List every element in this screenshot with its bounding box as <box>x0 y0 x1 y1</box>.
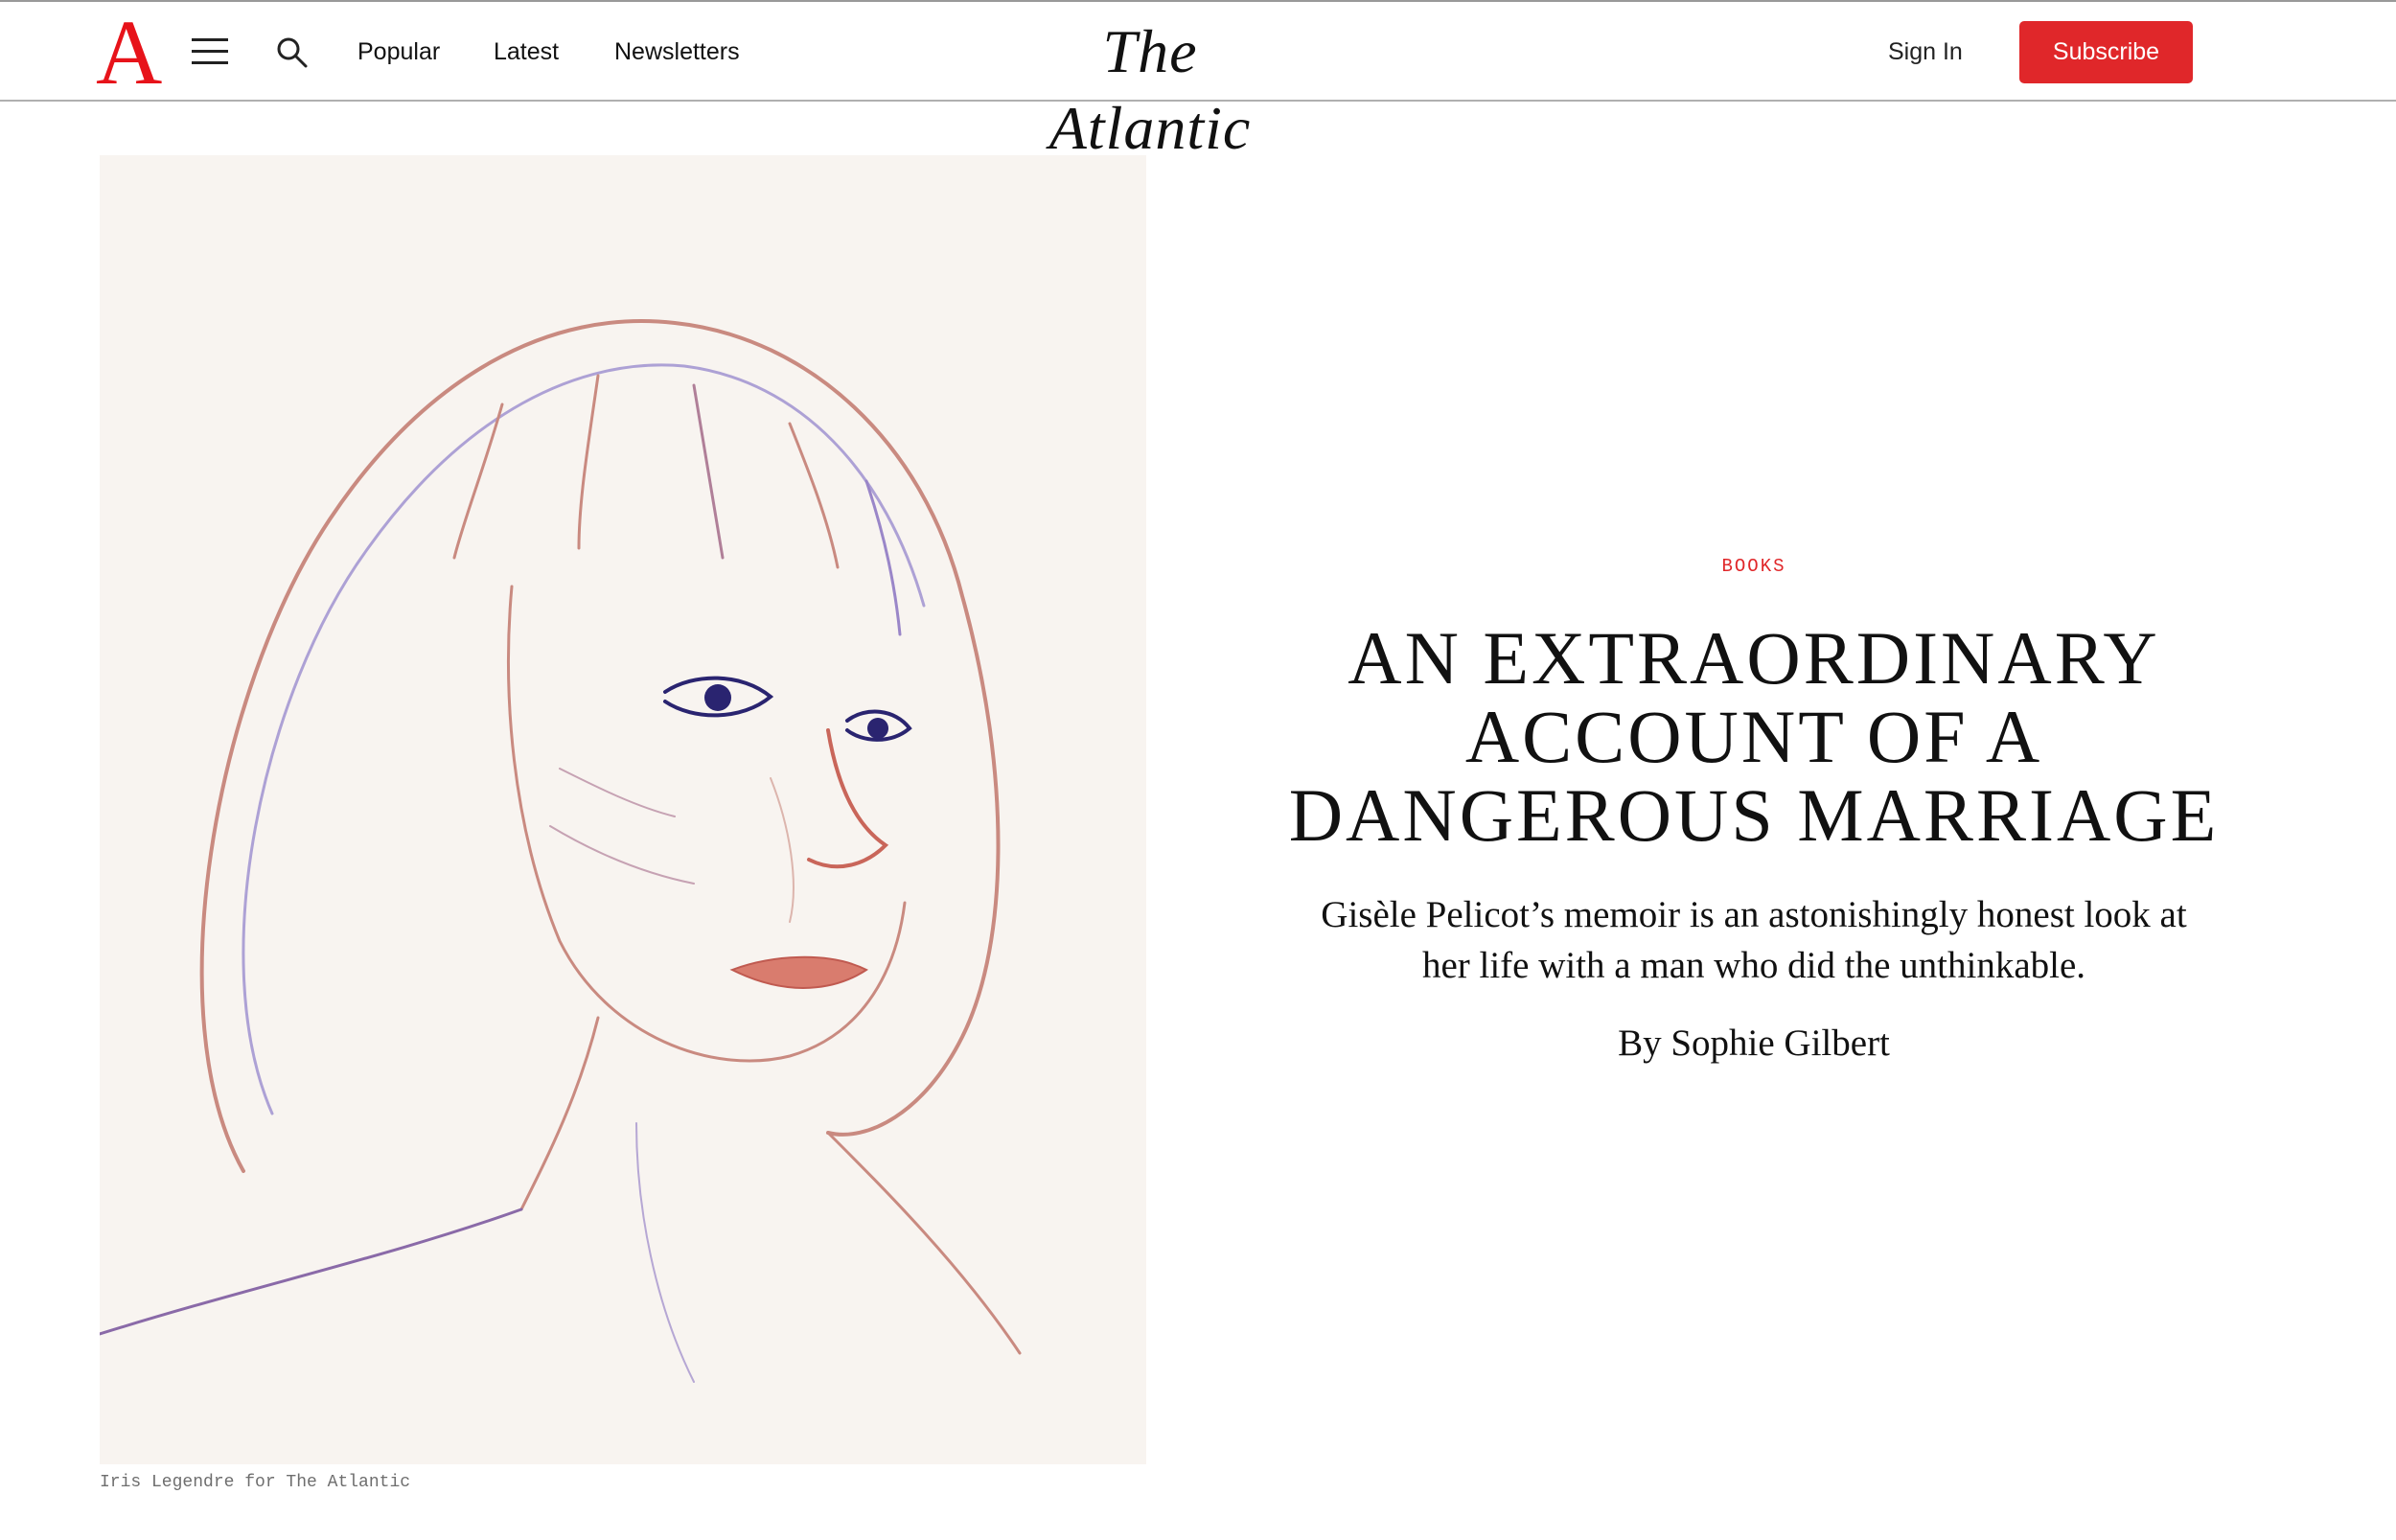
byline: By Sophie Gilbert <box>1246 1020 2262 1068</box>
nav-latest-link[interactable]: Latest <box>494 36 559 67</box>
byline-prefix: By <box>1618 1023 1662 1064</box>
the-atlantic-wordmark[interactable]: The Atlantic <box>997 13 1303 167</box>
headline-line: DANGEROUS MARRIAGE <box>1288 773 2220 857</box>
headline: AN EXTRAORDINARY ACCOUNT OF A DANGEROUS … <box>1246 619 2262 855</box>
headline-line: ACCOUNT OF A <box>1464 695 2043 778</box>
dek-line: Gisèle Pelicot’s memoir is an astonishin… <box>1321 894 2187 935</box>
dek: Gisèle Pelicot’s memoir is an astonishin… <box>1246 889 2262 991</box>
image-credit: Iris Legendre for The Atlantic <box>100 1473 411 1492</box>
atlantic-logo[interactable]: A <box>96 7 162 99</box>
sign-in-link[interactable]: Sign In <box>1888 36 1963 67</box>
hero-illustration <box>100 155 1146 1464</box>
dek-line: her life with a man who did the unthinka… <box>1421 945 2086 986</box>
headline-line: AN EXTRAORDINARY <box>1348 616 2160 700</box>
nav-popular-link[interactable]: Popular <box>357 36 440 67</box>
site-header: A Popular Latest Newsletters The Atlanti… <box>0 2 2396 162</box>
search-icon[interactable] <box>276 36 309 69</box>
section-label-books[interactable]: BOOKS <box>1721 556 1785 577</box>
author-link[interactable]: Sophie Gilbert <box>1670 1023 1890 1064</box>
article-header: BOOKS AN EXTRAORDINARY ACCOUNT OF A DANG… <box>1246 556 2262 1068</box>
hamburger-menu-icon[interactable] <box>192 38 228 65</box>
subscribe-button[interactable]: Subscribe <box>2019 21 2193 83</box>
portrait-drawing <box>100 155 1146 1464</box>
nav-newsletters-link[interactable]: Newsletters <box>614 36 740 67</box>
